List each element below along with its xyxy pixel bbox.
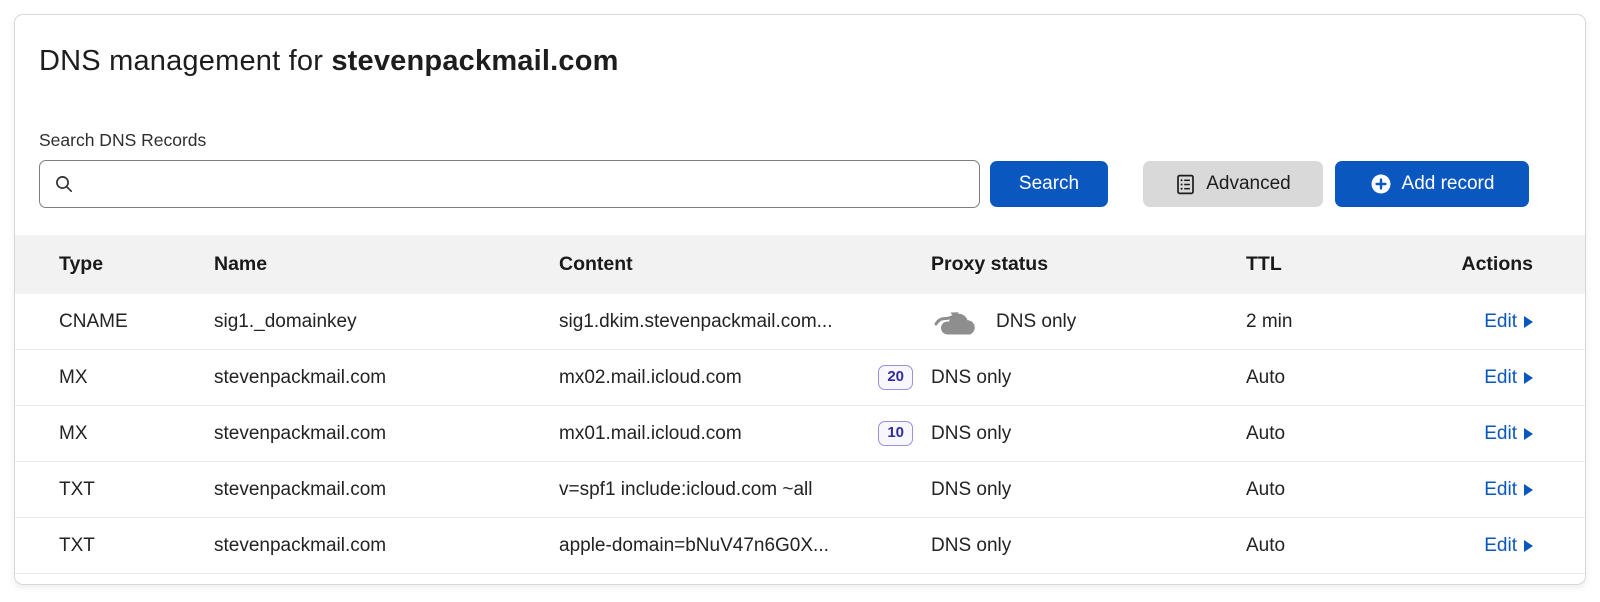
plus-circle-icon: [1370, 173, 1392, 195]
record-actions-cell: Edit: [1391, 535, 1533, 557]
page-title-domain: stevenpackmail.com: [331, 45, 618, 77]
edit-link-label: Edit: [1484, 423, 1517, 445]
mx-priority-badge: 20: [878, 365, 913, 390]
advanced-button-label: Advanced: [1206, 173, 1291, 195]
record-content: mx02.mail.icloud.com: [559, 367, 742, 389]
dns-management-card: DNS management for stevenpackmail.com Se…: [14, 14, 1586, 585]
record-proxy-cell: DNS only: [931, 367, 1246, 389]
edit-arrow-icon: [1524, 316, 1533, 328]
search-button-label: Search: [1019, 173, 1079, 195]
record-proxy-status: DNS only: [931, 479, 1011, 501]
record-proxy-cell: DNS only: [931, 423, 1246, 445]
column-header-ttl: TTL: [1246, 253, 1391, 276]
record-type: MX: [59, 423, 214, 445]
record-type: CNAME: [59, 311, 214, 333]
edit-record-link[interactable]: Edit: [1484, 479, 1533, 501]
table-row: MX stevenpackmail.com mx01.mail.icloud.c…: [15, 406, 1585, 462]
record-name: stevenpackmail.com: [214, 367, 559, 389]
edit-arrow-icon: [1524, 372, 1533, 384]
mx-priority-badge: 10: [878, 421, 913, 446]
record-content: v=spf1 include:icloud.com ~all: [559, 479, 812, 501]
advanced-list-icon: [1175, 174, 1196, 195]
record-actions-cell: Edit: [1391, 423, 1533, 445]
record-type: TXT: [59, 479, 214, 501]
column-header-proxy: Proxy status: [931, 253, 1246, 276]
record-proxy-cell: DNS only: [931, 306, 1246, 337]
record-ttl: 2 min: [1246, 311, 1391, 333]
edit-arrow-icon: [1524, 428, 1533, 440]
record-content: mx01.mail.icloud.com: [559, 423, 742, 445]
record-proxy-cell: DNS only: [931, 479, 1246, 501]
record-ttl: Auto: [1246, 535, 1391, 557]
column-header-type: Type: [59, 253, 214, 276]
table-body: CNAME sig1._domainkey sig1.dkim.stevenpa…: [15, 294, 1585, 574]
edit-record-link[interactable]: Edit: [1484, 367, 1533, 389]
record-actions-cell: Edit: [1391, 311, 1533, 333]
column-header-actions: Actions: [1391, 253, 1533, 276]
add-record-button-label: Add record: [1402, 173, 1495, 195]
edit-link-label: Edit: [1484, 535, 1517, 557]
edit-arrow-icon: [1524, 540, 1533, 552]
record-ttl: Auto: [1246, 367, 1391, 389]
column-header-name: Name: [214, 253, 559, 276]
record-actions-cell: Edit: [1391, 479, 1533, 501]
record-ttl: Auto: [1246, 479, 1391, 501]
record-type: MX: [59, 367, 214, 389]
record-content: sig1.dkim.stevenpackmail.com...: [559, 311, 833, 333]
record-content-cell: v=spf1 include:icloud.com ~all: [559, 479, 931, 501]
record-content: apple-domain=bNuV47n6G0X...: [559, 535, 829, 557]
edit-record-link[interactable]: Edit: [1484, 311, 1533, 333]
record-name: stevenpackmail.com: [214, 479, 559, 501]
edit-record-link[interactable]: Edit: [1484, 423, 1533, 445]
table-row: MX stevenpackmail.com mx02.mail.icloud.c…: [15, 350, 1585, 406]
record-name: stevenpackmail.com: [214, 535, 559, 557]
page-title-prefix: DNS management for: [39, 45, 331, 77]
record-actions-cell: Edit: [1391, 367, 1533, 389]
search-input-wrapper[interactable]: [39, 160, 980, 208]
dns-only-cloud-icon: [931, 306, 981, 337]
search-toolbar: Search Advanced Add record: [15, 151, 1585, 208]
edit-record-link[interactable]: Edit: [1484, 535, 1533, 557]
record-ttl: Auto: [1246, 423, 1391, 445]
page-title: DNS management for stevenpackmail.com: [15, 15, 1585, 78]
edit-arrow-icon: [1524, 484, 1533, 496]
search-input[interactable]: [84, 174, 965, 195]
column-header-content: Content: [559, 253, 931, 276]
record-content-cell: mx01.mail.icloud.com 10: [559, 421, 931, 446]
dns-records-table: Type Name Content Proxy status TTL Actio…: [15, 235, 1585, 574]
record-proxy-status: DNS only: [996, 311, 1076, 333]
search-button[interactable]: Search: [990, 161, 1108, 207]
record-content-cell: apple-domain=bNuV47n6G0X...: [559, 535, 931, 557]
record-proxy-cell: DNS only: [931, 535, 1246, 557]
edit-link-label: Edit: [1484, 479, 1517, 501]
record-name: sig1._domainkey: [214, 311, 559, 333]
record-content-cell: sig1.dkim.stevenpackmail.com...: [559, 311, 931, 333]
table-row: TXT stevenpackmail.com v=spf1 include:ic…: [15, 462, 1585, 518]
edit-link-label: Edit: [1484, 311, 1517, 333]
edit-link-label: Edit: [1484, 367, 1517, 389]
record-content-cell: mx02.mail.icloud.com 20: [559, 365, 931, 390]
table-row: TXT stevenpackmail.com apple-domain=bNuV…: [15, 518, 1585, 574]
table-header-row: Type Name Content Proxy status TTL Actio…: [15, 235, 1585, 294]
search-records-label: Search DNS Records: [15, 78, 1585, 151]
record-proxy-status: DNS only: [931, 423, 1011, 445]
record-type: TXT: [59, 535, 214, 557]
add-record-button[interactable]: Add record: [1335, 161, 1529, 207]
table-row: CNAME sig1._domainkey sig1.dkim.stevenpa…: [15, 294, 1585, 350]
record-proxy-status: DNS only: [931, 535, 1011, 557]
record-proxy-status: DNS only: [931, 367, 1011, 389]
record-name: stevenpackmail.com: [214, 423, 559, 445]
search-icon: [54, 174, 74, 194]
advanced-button[interactable]: Advanced: [1143, 161, 1323, 207]
